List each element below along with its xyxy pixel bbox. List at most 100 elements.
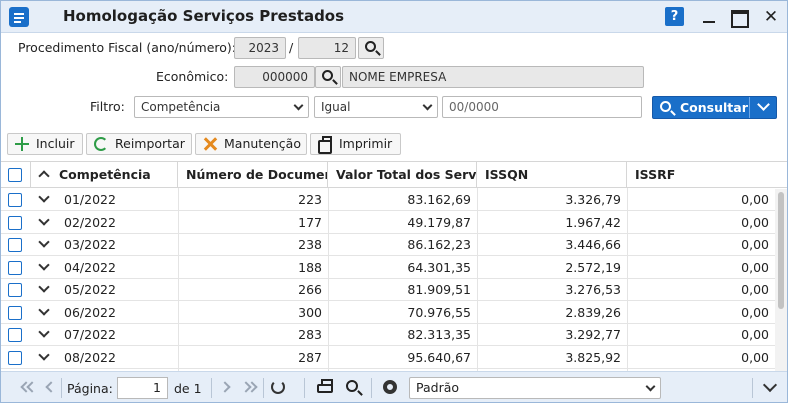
help-button[interactable]: ? (665, 7, 684, 26)
chevron-down-icon (645, 381, 656, 392)
page-number-input[interactable]: 1 (117, 377, 168, 399)
economico-search-button[interactable] (315, 66, 341, 88)
chevron-down-icon[interactable] (38, 303, 50, 316)
cell-issrf: 0,00 (741, 259, 769, 275)
row-checkbox[interactable] (8, 328, 22, 342)
grid-divider (328, 188, 329, 372)
cell-numero-documentos: 177 (298, 214, 322, 230)
table-row[interactable]: 01/2022 223 83.162,69 3.326,79 0,00 (1, 189, 775, 211)
imprimir-label: Imprimir (339, 136, 393, 151)
scrollbar-thumb[interactable] (778, 192, 784, 309)
cell-issrf: 0,00 (741, 214, 769, 230)
search-icon[interactable] (346, 380, 358, 392)
table-row[interactable]: 02/2022 177 49.179,87 1.967,42 0,00 (1, 212, 775, 234)
app-menu-icon[interactable] (9, 7, 29, 27)
column-competencia-label: Competência (59, 167, 151, 182)
column-valor-total[interactable]: Valor Total dos Servi… (328, 162, 477, 188)
cell-competencia: 04/2022 (64, 259, 116, 275)
cell-valor-total: 83.162,69 (407, 192, 471, 207)
row-checkbox[interactable] (8, 215, 22, 230)
cell-numero-documentos: 300 (298, 304, 322, 320)
cell-valor-total: 86.162,23 (407, 237, 471, 252)
gear-icon[interactable] (383, 380, 397, 394)
table-row[interactable]: 04/2022 188 64.301,35 2.572,19 0,00 (1, 257, 775, 279)
consultar-divider (749, 97, 750, 118)
numero-field[interactable]: 12 (298, 37, 356, 59)
chevron-down-icon[interactable] (38, 213, 50, 226)
table-row[interactable]: 06/2022 300 70.976,55 2.839,26 0,00 (1, 302, 775, 324)
grid-scrollbar[interactable] (775, 189, 787, 372)
imprimir-button[interactable]: Imprimir (310, 133, 401, 155)
table-row[interactable]: 03/2022 238 86.162,23 3.446,66 0,00 (1, 234, 775, 256)
column-issrf[interactable]: ISSRF (627, 162, 787, 188)
cell-issqn: 2.572,19 (565, 259, 621, 275)
chevron-down-icon[interactable] (38, 348, 50, 361)
chevron-down-icon[interactable] (757, 98, 770, 111)
search-icon (322, 70, 333, 81)
layout-select-value: Padrão (416, 380, 460, 395)
minimize-button[interactable] (695, 5, 723, 29)
row-checkbox[interactable] (8, 305, 22, 320)
layout-select[interactable]: Padrão (409, 377, 661, 399)
chevron-down-icon[interactable] (38, 326, 50, 338)
table-row[interactable]: 08/2022 287 95.640,67 3.825,92 0,00 (1, 347, 775, 369)
table-row[interactable]: 07/2022 283 82.313,35 3.292,77 0,00 (1, 324, 775, 346)
cell-issqn: 3.276,53 (565, 282, 621, 297)
filtro-campo-value: Competência (141, 100, 221, 114)
tools-icon (203, 137, 217, 151)
filtro-campo-select[interactable]: Competência (134, 96, 309, 118)
row-checkbox[interactable] (8, 238, 22, 252)
pager-separator (211, 378, 212, 398)
ano-field[interactable]: 2023 (234, 37, 286, 59)
row-checkbox[interactable] (8, 260, 22, 275)
refresh-icon[interactable] (271, 380, 285, 394)
cell-issrf: 0,00 (741, 349, 769, 365)
cell-competencia: 05/2022 (64, 282, 116, 297)
cell-valor-total: 64.301,35 (407, 259, 471, 275)
chevron-down-icon[interactable] (38, 258, 50, 271)
cell-valor-total: 82.313,35 (407, 327, 471, 342)
window-title: Homologação Serviços Prestados (63, 7, 345, 25)
cell-competencia: 06/2022 (64, 304, 116, 320)
chevron-down-icon (293, 100, 304, 111)
chevron-down-icon[interactable] (38, 236, 50, 248)
chevron-down-icon[interactable] (38, 281, 50, 293)
consultar-button[interactable]: Consultar (652, 96, 777, 119)
cell-competencia: 08/2022 (64, 349, 116, 365)
header-checkbox-cell (1, 162, 31, 188)
column-issqn[interactable]: ISSQN (477, 162, 627, 188)
cell-issrf: 0,00 (741, 327, 769, 342)
consultar-label: Consultar (680, 100, 748, 115)
reload-icon (94, 137, 108, 151)
expand-pager-icon[interactable] (762, 377, 778, 393)
incluir-button[interactable]: Incluir (7, 133, 83, 155)
cell-issqn: 2.839,26 (565, 304, 621, 320)
cell-issqn: 3.825,92 (565, 349, 621, 365)
filtro-operador-select[interactable]: Igual (314, 96, 438, 118)
economico-codigo-field[interactable]: 000000 (234, 66, 315, 88)
grid-divider (627, 188, 628, 372)
next-page-icon[interactable] (219, 381, 231, 393)
pager-separator (752, 378, 753, 398)
row-checkbox[interactable] (8, 350, 22, 365)
cell-competencia: 01/2022 (64, 192, 116, 207)
previous-page-icon[interactable] (45, 381, 57, 393)
grid-divider (178, 188, 179, 372)
manutencao-button[interactable]: Manutenção (195, 133, 307, 155)
pager-separator (304, 378, 305, 398)
row-checkbox[interactable] (8, 193, 22, 207)
chevron-down-icon[interactable] (38, 191, 50, 203)
row-checkbox[interactable] (8, 283, 22, 297)
table-row[interactable]: 05/2022 266 81.909,51 3.276,53 0,00 (1, 279, 775, 301)
close-button[interactable]: ✕ (757, 5, 785, 29)
maximize-button[interactable] (725, 5, 753, 29)
filtro-valor-input[interactable]: 00/0000 (442, 96, 642, 118)
reimportar-button[interactable]: Reimportar (86, 133, 192, 155)
column-competencia[interactable]: Competência (31, 162, 178, 188)
select-all-checkbox[interactable] (8, 168, 22, 182)
procedimento-search-button[interactable] (358, 37, 384, 59)
printer-icon[interactable] (317, 379, 333, 393)
cell-numero-documentos: 188 (298, 259, 322, 275)
column-numero-documentos[interactable]: Número de Documen… (178, 162, 328, 188)
printer-icon (318, 136, 332, 154)
